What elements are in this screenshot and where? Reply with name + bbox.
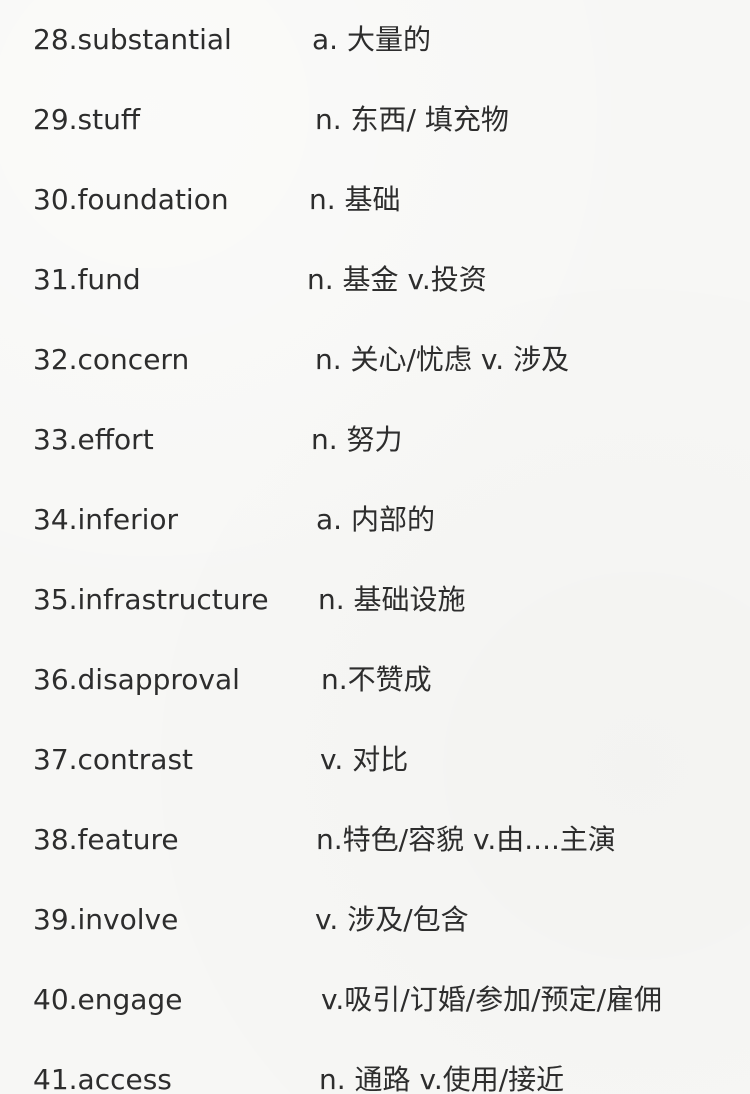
vocab-row: 31.fund n. 基金 v.投资 bbox=[0, 258, 750, 302]
vocab-row: 41.access n. 通路 v.使用/接近 bbox=[0, 1058, 750, 1094]
vocab-term: 41.access bbox=[33, 1063, 172, 1094]
vocab-term: 36.disapproval bbox=[33, 663, 240, 696]
vocab-meaning: n. 努力 bbox=[311, 423, 403, 456]
vocab-term: 37.contrast bbox=[33, 743, 194, 776]
vocab-row: 40.engage v.吸引/订婚/参加/预定/雇佣 bbox=[0, 978, 750, 1022]
vocab-term: 33.effort bbox=[33, 423, 154, 456]
vocab-row: 33.effort n. 努力 bbox=[0, 418, 750, 462]
vocab-row: 36.disapproval n.不赞成 bbox=[0, 658, 750, 702]
vocab-meaning: n.不赞成 bbox=[321, 663, 432, 696]
vocab-row: 37.contrast v. 对比 bbox=[0, 738, 750, 782]
vocab-term: 30.foundation bbox=[33, 183, 229, 216]
vocab-meaning: v.吸引/订婚/参加/预定/雇佣 bbox=[321, 983, 663, 1016]
vocab-term: 40.engage bbox=[33, 983, 183, 1016]
vocab-meaning: n.特色/容貌 v.由....主演 bbox=[316, 823, 616, 856]
vocab-term: 39.involve bbox=[33, 903, 179, 936]
vocab-meaning: n. 关心/忧虑 v. 涉及 bbox=[315, 343, 570, 376]
vocab-meaning: v. 对比 bbox=[320, 743, 409, 776]
vocab-meaning: n. 基金 v.投资 bbox=[307, 263, 487, 296]
vocab-meaning: n. 东西/ 填充物 bbox=[315, 103, 509, 136]
vocab-term: 38.feature bbox=[33, 823, 179, 856]
vocab-meaning: a. 内部的 bbox=[316, 503, 435, 536]
vocab-term: 34.inferior bbox=[33, 503, 179, 536]
vocab-meaning: n. 基础设施 bbox=[318, 583, 466, 616]
vocab-row: 34.inferior a. 内部的 bbox=[0, 498, 750, 542]
vocab-term: 29.stuff bbox=[33, 103, 141, 136]
vocab-row: 30.foundation n. 基础 bbox=[0, 178, 750, 222]
vocab-row: 35.infrastructure n. 基础设施 bbox=[0, 578, 750, 622]
vocab-row: 38.feature n.特色/容貌 v.由....主演 bbox=[0, 818, 750, 862]
vocab-term: 31.fund bbox=[33, 263, 141, 296]
vocab-meaning: a. 大量的 bbox=[312, 23, 431, 56]
vocab-term: 32.concern bbox=[33, 343, 190, 376]
vocab-row: 28.substantial a. 大量的 bbox=[0, 18, 750, 62]
vocab-meaning: v. 涉及/包含 bbox=[315, 903, 469, 936]
vocabulary-page: 28.substantial a. 大量的 29.stuff n. 东西/ 填充… bbox=[0, 0, 750, 1094]
vocab-term: 35.infrastructure bbox=[33, 583, 269, 616]
vocab-term: 28.substantial bbox=[33, 23, 232, 56]
vocab-row: 32.concern n. 关心/忧虑 v. 涉及 bbox=[0, 338, 750, 382]
vocab-row: 29.stuff n. 东西/ 填充物 bbox=[0, 98, 750, 142]
vocab-meaning: n. 通路 v.使用/接近 bbox=[319, 1063, 565, 1094]
vocab-meaning: n. 基础 bbox=[309, 183, 401, 216]
vocab-row: 39.involve v. 涉及/包含 bbox=[0, 898, 750, 942]
